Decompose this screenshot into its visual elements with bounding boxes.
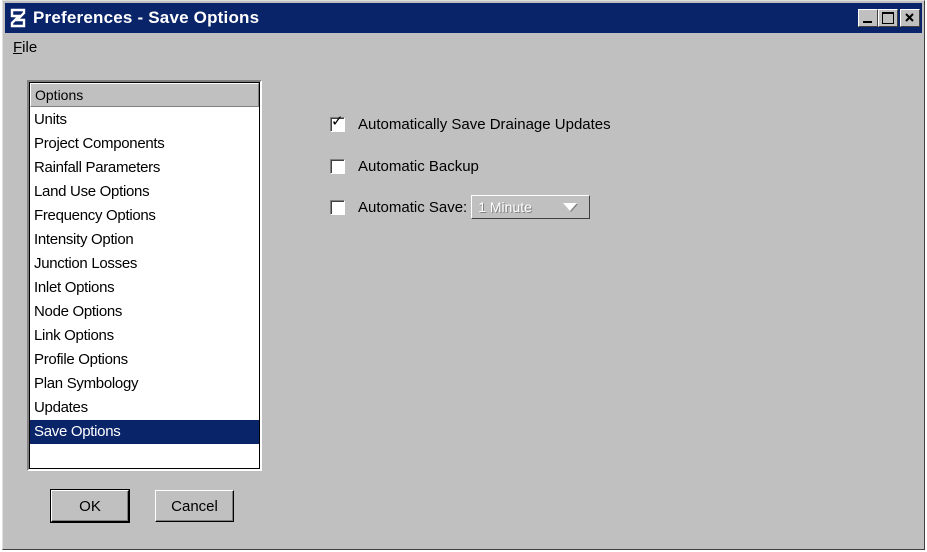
- ok-button[interactable]: OK: [50, 489, 130, 523]
- auto-save-interval-select[interactable]: 1 Minute: [471, 195, 591, 219]
- menu-file-mnemonic: F: [13, 38, 23, 56]
- options-list: Units Project Components Rainfall Paramete…: [29, 108, 260, 444]
- auto-save-drainage-row: ✓ Automatically Save Drainage Updates: [330, 111, 611, 137]
- auto-save-interval-value: 1 Minute: [478, 199, 532, 215]
- options-list-item[interactable]: Profile Options: [30, 348, 259, 372]
- close-icon: [905, 13, 914, 22]
- options-list-item[interactable]: Plan Symbology: [30, 372, 259, 396]
- minimize-button[interactable]: [858, 9, 878, 27]
- minimize-icon: [863, 21, 872, 23]
- close-button[interactable]: [900, 9, 920, 27]
- options-list-panel: Options Units Project Components Rainfall …: [27, 80, 262, 471]
- auto-backup-row: Automatic Backup: [330, 153, 479, 179]
- title-bar[interactable]: Preferences - Save Options: [5, 3, 922, 33]
- options-list-header: Options: [30, 83, 259, 107]
- cancel-button[interactable]: Cancel: [155, 490, 234, 522]
- options-list-item[interactable]: Frequency Options: [30, 204, 259, 228]
- options-list-item[interactable]: Updates: [30, 396, 259, 420]
- maximize-icon: [882, 12, 894, 24]
- options-list-item[interactable]: Save Options: [30, 420, 259, 444]
- cancel-button-label: Cancel: [171, 497, 218, 515]
- options-list-item[interactable]: Node Options: [30, 300, 259, 324]
- options-list-item[interactable]: Land Use Options: [30, 180, 259, 204]
- auto-save-drainage-label: Automatically Save Drainage Updates: [358, 115, 611, 133]
- auto-save-label: Automatic Save:: [358, 198, 468, 216]
- menu-file-rest: ile: [22, 38, 38, 56]
- auto-save-row: Automatic Save: 1 Minute: [330, 194, 591, 220]
- chevron-down-icon: [563, 203, 578, 211]
- options-list-item[interactable]: Junction Losses: [30, 252, 259, 276]
- options-list-item[interactable]: Project Components: [30, 132, 259, 156]
- window-controls: [858, 9, 920, 27]
- options-list-item[interactable]: Intensity Option: [30, 228, 259, 252]
- options-list-item[interactable]: Units: [30, 108, 259, 132]
- checkmark-icon: ✓: [331, 111, 344, 130]
- auto-save-checkbox[interactable]: [330, 199, 345, 215]
- auto-save-drainage-checkbox[interactable]: ✓: [330, 111, 345, 132]
- ok-button-label: OK: [79, 497, 101, 515]
- auto-backup-label: Automatic Backup: [358, 157, 479, 175]
- options-list-item[interactable]: Link Options: [30, 324, 259, 348]
- options-list-item[interactable]: Inlet Options: [30, 276, 259, 300]
- window-title: Preferences - Save Options: [33, 8, 260, 27]
- maximize-button[interactable]: [878, 9, 898, 27]
- auto-backup-checkbox[interactable]: [330, 158, 345, 174]
- menu-file[interactable]: File: [5, 39, 45, 56]
- menu-bar: File: [5, 35, 922, 59]
- app-logo-icon: [9, 7, 29, 29]
- options-list-item[interactable]: Rainfall Parameters: [30, 156, 259, 180]
- preferences-window: Preferences - Save Options File Options …: [2, 0, 925, 550]
